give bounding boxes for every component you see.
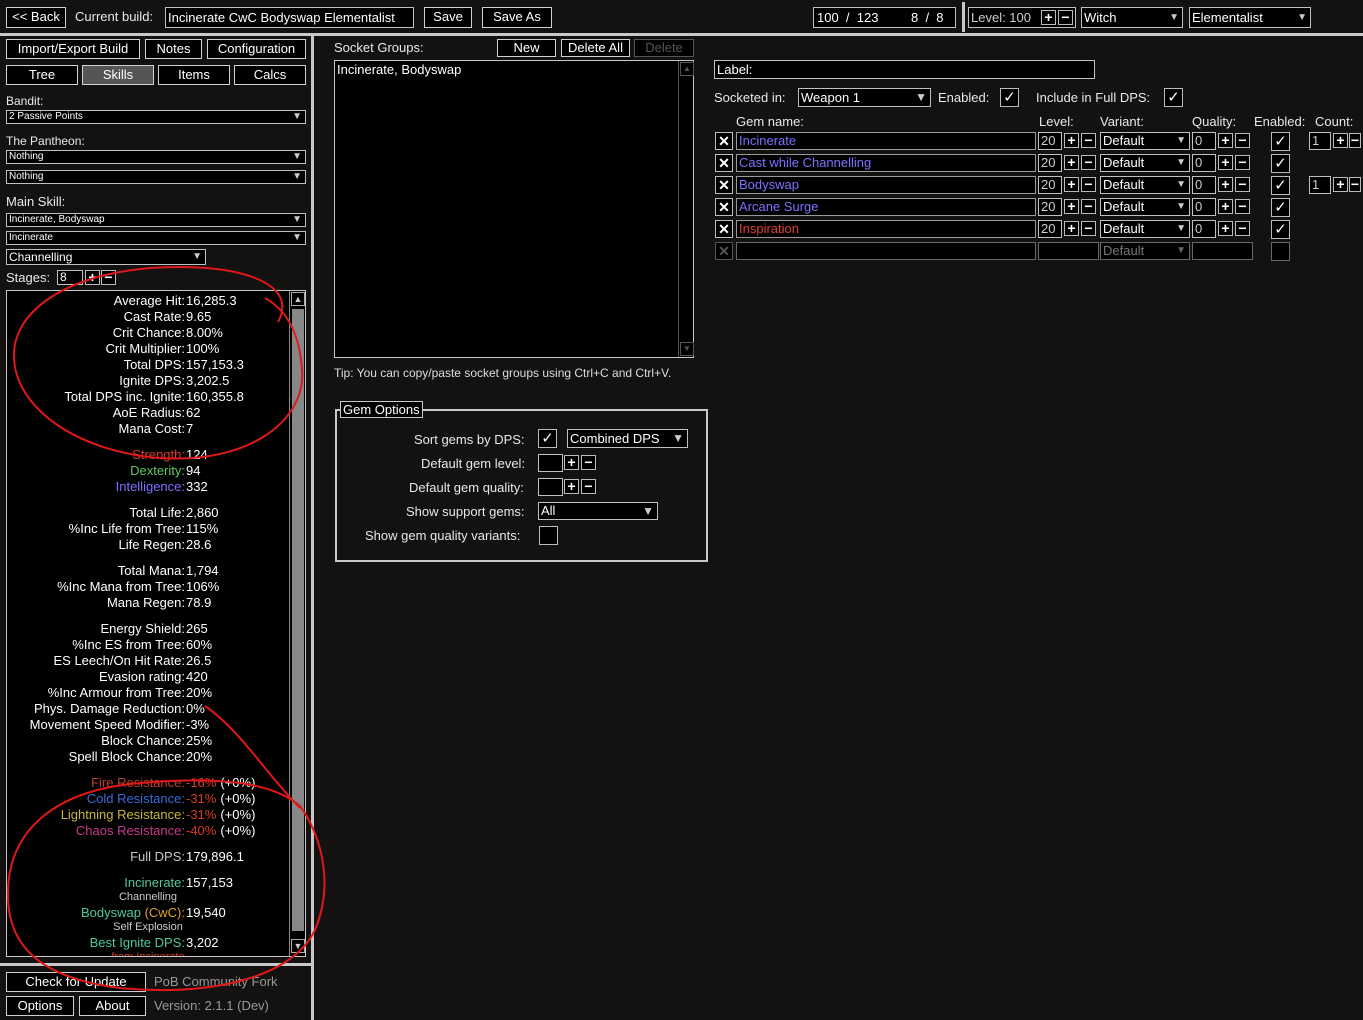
annotation-stroke-mid (204, 705, 301, 809)
red-annotations (6, 265, 326, 992)
annotation-circle-top (12, 265, 304, 460)
annotation-circle-bottom (6, 779, 326, 992)
